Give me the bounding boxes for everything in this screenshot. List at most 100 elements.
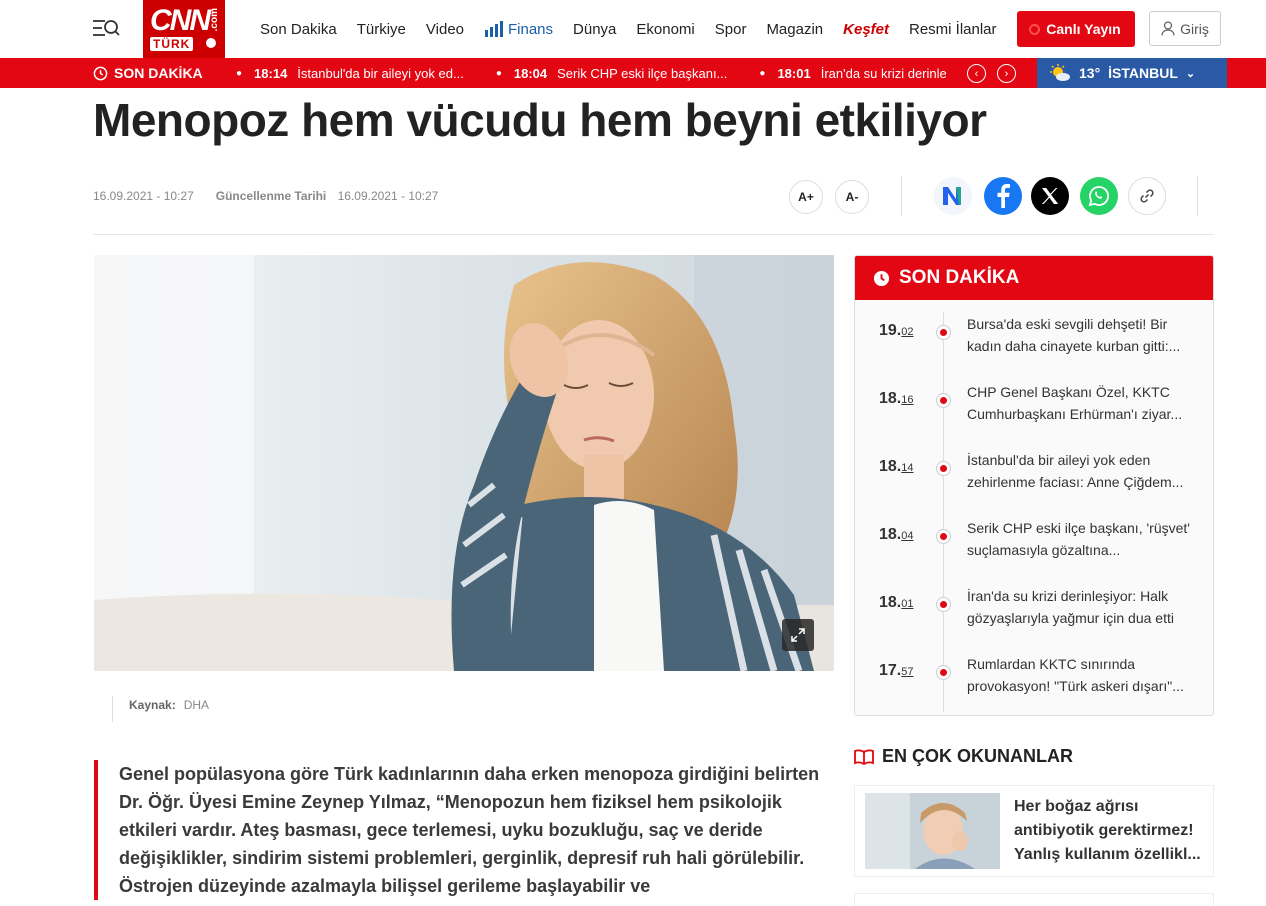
ticker-time: 18:04 — [513, 65, 548, 81]
open-book-icon — [854, 748, 874, 765]
ticker-next-button[interactable]: › — [997, 64, 1016, 83]
font-decrease-button[interactable]: A- — [835, 180, 869, 214]
item-minute: 14 — [901, 462, 914, 474]
cnnturk-logo[interactable]: CNN TÜRK .com — [143, 0, 225, 58]
sun-cloud-icon — [1050, 64, 1070, 81]
site-header: CNN TÜRK .com Son Dakika Türkiye Video F… — [0, 0, 1266, 58]
chevron-left-icon: ‹ — [974, 67, 979, 80]
login-button[interactable]: Giriş — [1149, 11, 1221, 46]
x-share-button[interactable] — [1031, 177, 1069, 215]
news-ticker: ● 18:14 İstanbul'da bir aileyi yok ed...… — [230, 58, 946, 88]
copy-link-button[interactable] — [1128, 177, 1166, 215]
son-dakika-title: SON DAKİKA — [899, 267, 1020, 288]
ticker-item[interactable]: ● 18:01 İran'da su krizi derinleş — [753, 66, 946, 81]
chevron-down-icon: ⌄ — [1185, 67, 1196, 80]
article-meta: 16.09.2021 - 10:27 Güncellenme Tarihi 16… — [93, 189, 438, 203]
nav-video[interactable]: Video — [426, 21, 464, 38]
nav-resmi-ilanlar[interactable]: Resmi İlanlar — [909, 21, 997, 38]
nav-kesfet[interactable]: Keşfet — [843, 21, 889, 38]
source-name: DHA — [183, 698, 210, 712]
hero-image[interactable] — [94, 255, 834, 671]
item-hour: 17. — [879, 662, 902, 679]
item-minute: 57 — [901, 666, 914, 678]
son-dakika-widget: SON DAKİKA 19.02 Bursa'da eski sevgili d… — [854, 255, 1214, 716]
font-increase-button[interactable]: A+ — [789, 180, 823, 214]
son-dakika-item[interactable]: 17.57 Rumlardan KKTC sınırında provokasy… — [855, 640, 1213, 708]
timeline-dot — [936, 529, 951, 544]
timeline-dot — [936, 325, 951, 340]
nav-ekonomi[interactable]: Ekonomi — [636, 21, 694, 38]
article-lead: Genel popülasyona göre Türk kadınlarının… — [94, 760, 834, 900]
most-read-title: EN ÇOK OKUNANLAR — [882, 746, 1073, 766]
nav-dunya[interactable]: Dünya — [573, 21, 616, 38]
weather-city: İSTANBUL — [1108, 65, 1178, 81]
updated-wrap: Güncellenme Tarihi 16.09.2021 - 10:27 — [216, 189, 439, 203]
nav-magazin[interactable]: Magazin — [766, 21, 823, 38]
ticker-item[interactable]: ● 18:14 İstanbul'da bir aileyi yok ed... — [230, 66, 464, 81]
most-read-item[interactable] — [854, 893, 1214, 906]
bullet-icon: ● — [236, 67, 243, 79]
item-time: 18.04 — [879, 526, 914, 544]
nav-finans[interactable]: Finans — [484, 21, 553, 38]
image-source: Kaynak: DHA — [112, 696, 209, 722]
son-dakika-header[interactable]: SON DAKİKA — [855, 256, 1213, 300]
ticker-prev-button[interactable]: ‹ — [967, 64, 986, 83]
ticker-text: Serik CHP eski ilçe başkanı... — [557, 65, 728, 81]
divider — [901, 176, 902, 216]
google-news-icon — [943, 187, 961, 205]
ticker-time: 18:01 — [777, 65, 811, 81]
item-time: 19.02 — [879, 322, 914, 340]
google-news-share-button[interactable] — [934, 177, 972, 215]
item-hour: 18. — [879, 390, 902, 407]
ticker-text: İstanbul'da bir aileyi yok ed... — [297, 65, 464, 81]
item-headline: İstanbul'da bir aileyi yok eden zehirlen… — [967, 452, 1184, 490]
most-read-header: EN ÇOK OKUNANLAR — [854, 746, 1073, 767]
user-icon — [1161, 21, 1175, 36]
timeline-dot — [936, 665, 951, 680]
timeline-dot — [936, 597, 951, 612]
item-headline: CHP Genel Başkanı Özel, KKTC Cumhurbaşka… — [967, 384, 1183, 422]
item-headline: Bursa'da eski sevgili dehşeti! Bir kadın… — [967, 316, 1181, 354]
x-icon — [1042, 188, 1059, 204]
expand-image-button[interactable] — [782, 619, 814, 651]
item-hour: 19. — [879, 322, 902, 339]
updated-label: Güncellenme Tarihi — [215, 189, 327, 203]
item-headline: İran'da su krizi derinleşiyor: Halk gözy… — [967, 588, 1174, 626]
most-read-item[interactable]: Her boğaz ağrısı antibiyotik gerektirmez… — [854, 785, 1214, 877]
son-dakika-item[interactable]: 18.04 Serik CHP eski ilçe başkanı, 'rüşv… — [855, 504, 1213, 572]
woman-headache-photo — [94, 255, 834, 671]
item-headline: Serik CHP eski ilçe başkanı, 'rüşvet' su… — [967, 520, 1190, 558]
facebook-share-button[interactable] — [984, 177, 1022, 215]
expand-icon — [791, 628, 805, 642]
item-minute: 04 — [901, 530, 914, 542]
item-time: 18.01 — [879, 594, 914, 612]
whatsapp-share-button[interactable] — [1080, 177, 1118, 215]
nav-turkiye[interactable]: Türkiye — [357, 21, 406, 38]
menu-search-icon[interactable] — [92, 16, 120, 40]
facebook-icon — [997, 184, 1010, 208]
nav-spor[interactable]: Spor — [715, 21, 747, 38]
logo-cnn: CNN — [150, 4, 211, 37]
breaking-label[interactable]: SON DAKİKA — [93, 58, 203, 88]
most-read-thumbnail — [865, 793, 1000, 869]
item-hour: 18. — [879, 526, 902, 543]
item-hour: 18. — [879, 594, 902, 611]
nav-son-dakika[interactable]: Son Dakika — [260, 21, 337, 38]
item-minute: 16 — [901, 394, 914, 406]
son-dakika-item[interactable]: 18.01 İran'da su krizi derinleşiyor: Hal… — [855, 572, 1213, 640]
son-dakika-item[interactable]: 18.14 İstanbul'da bir aileyi yok eden ze… — [855, 436, 1213, 504]
son-dakika-list: 19.02 Bursa'da eski sevgili dehşeti! Bir… — [855, 300, 1213, 715]
bullet-icon: ● — [759, 67, 766, 79]
chart-bars-icon — [485, 21, 503, 37]
timeline-dot — [936, 393, 951, 408]
son-dakika-item[interactable]: 18.16 CHP Genel Başkanı Özel, KKTC Cumhu… — [855, 368, 1213, 436]
updated-date: 16.09.2021 - 10:27 — [337, 189, 439, 203]
weather-widget[interactable]: 13° İSTANBUL ⌄ — [1037, 58, 1227, 88]
ticker-item[interactable]: ● 18:04 Serik CHP eski ilçe başkanı... — [490, 66, 728, 81]
son-dakika-item[interactable]: 19.02 Bursa'da eski sevgili dehşeti! Bir… — [855, 300, 1213, 368]
whatsapp-icon — [1088, 186, 1109, 207]
login-label: Giriş — [1180, 20, 1209, 37]
live-stream-button[interactable]: Canlı Yayın — [1017, 11, 1135, 47]
chevron-right-icon: › — [1004, 67, 1009, 80]
ticker-text: İran'da su krizi derinleş — [820, 65, 946, 81]
